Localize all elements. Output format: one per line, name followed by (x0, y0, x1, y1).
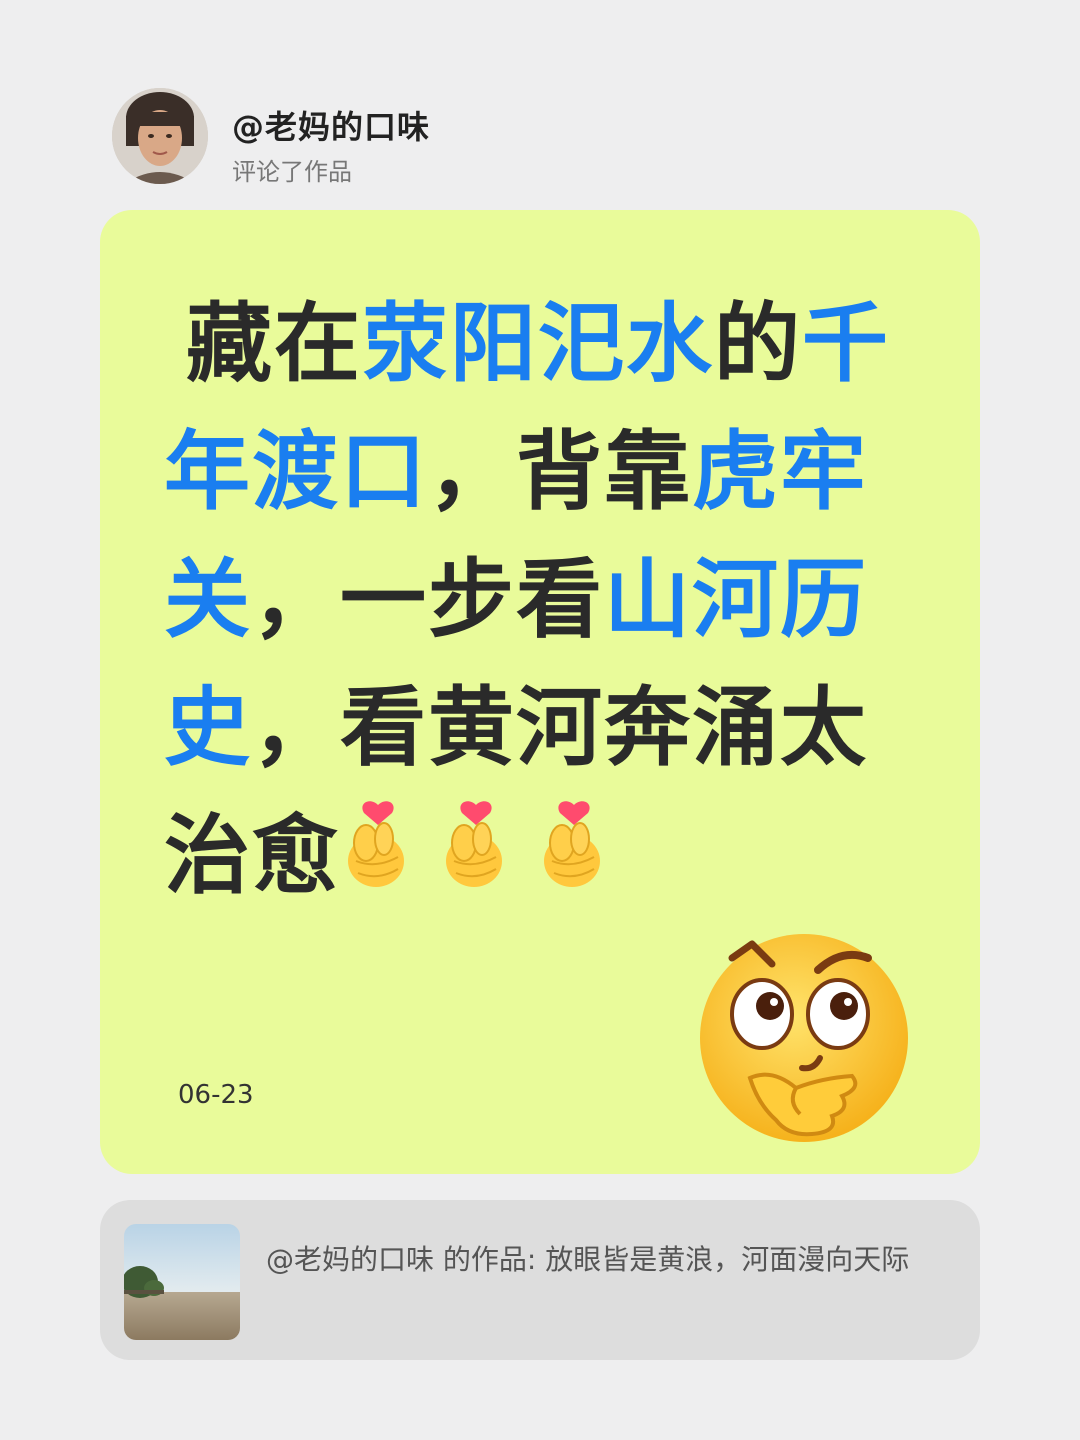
finger-heart-icon (340, 798, 416, 890)
thinking-face-icon (692, 928, 912, 1148)
username[interactable]: @老妈的口味 (232, 102, 430, 148)
comment-highlight: 关 (164, 550, 252, 650)
work-thumbnail[interactable] (124, 1224, 240, 1340)
comment-highlight: 荥阳汜水 (362, 294, 714, 394)
comment-segment: 藏在 (186, 294, 362, 394)
comment-highlight: 千 (802, 294, 890, 394)
finger-heart-icon (536, 798, 612, 890)
source-work-text: @老妈的口味 的作品: 放眼皆是黄浪，河面漫向天际 (266, 1243, 910, 1276)
comment-highlight: 年渡口 (164, 422, 428, 522)
comment-card: 藏在荥阳汜水的千 年渡口，背靠虎牢 关，一步看山河历 史，看黄河奔涌太 治愈 0… (100, 210, 980, 1174)
comment-date: 06-23 (178, 1080, 254, 1110)
comment-highlight: 史 (164, 678, 252, 778)
comment-highlight: 山河历 (604, 550, 868, 650)
comment-text: 藏在荥阳汜水的千 年渡口，背靠虎牢 关，一步看山河历 史，看黄河奔涌太 治愈 (164, 280, 924, 926)
comment-segment: ，一步看 (252, 550, 604, 650)
finger-heart-group (340, 798, 634, 926)
finger-heart-icon (438, 798, 514, 890)
source-work-card[interactable]: @老妈的口味 的作品: 放眼皆是黄浪，河面漫向天际 (100, 1200, 980, 1360)
comment-segment: 治愈 (164, 806, 340, 906)
comment-highlight: 虎牢 (692, 422, 868, 522)
user-avatar[interactable] (112, 88, 208, 184)
action-label: 评论了作品 (232, 158, 352, 186)
comment-segment: ，看黄河奔涌太 (252, 678, 868, 778)
comment-segment: ，背靠 (428, 422, 692, 522)
comment-segment: 的 (714, 294, 802, 394)
comment-header: @老妈的口味 评论了作品 (112, 88, 812, 188)
